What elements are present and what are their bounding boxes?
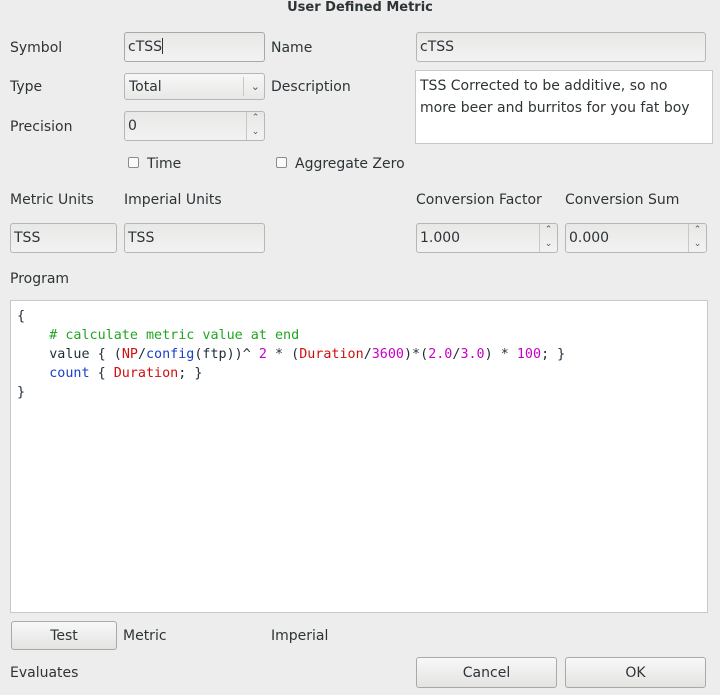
cancel-button[interactable]: Cancel <box>416 657 557 688</box>
code-line-open-brace: { <box>17 309 26 324</box>
code-variable-np: NP <box>121 347 138 362</box>
symbol-label: Symbol <box>10 40 63 56</box>
imperial-units-input[interactable]: TSS <box>124 223 265 253</box>
code-token: ( <box>113 347 122 362</box>
code-number: 3600 <box>371 347 404 362</box>
metric-units-input[interactable]: TSS <box>10 223 117 253</box>
name-label: Name <box>271 40 313 56</box>
spin-down-icon[interactable]: ⌄ <box>689 238 706 252</box>
code-variable-duration: Duration <box>113 366 179 381</box>
code-number: 3.0 <box>460 347 485 362</box>
conversion-factor-spinbox[interactable]: 1.000 ⌃ ⌄ <box>416 223 558 253</box>
imperial-result-label: Imperial <box>271 628 329 644</box>
conversion-factor-spin-buttons[interactable]: ⌃ ⌄ <box>539 224 557 252</box>
conversion-sum-value: 0.000 <box>569 230 610 246</box>
code-number: 2.0 <box>428 347 453 362</box>
spin-up-icon[interactable]: ⌃ <box>247 112 264 126</box>
spin-up-icon[interactable]: ⌃ <box>540 224 557 238</box>
precision-value: 0 <box>128 118 137 134</box>
program-editor[interactable]: { # calculate metric value at end value … <box>10 300 708 613</box>
imperial-units-label: Imperial Units <box>124 192 222 208</box>
precision-spinbox[interactable]: 0 ⌃ ⌄ <box>124 111 265 141</box>
spin-up-icon[interactable]: ⌃ <box>689 224 706 238</box>
code-function-config: config <box>146 347 195 362</box>
program-label: Program <box>10 271 70 287</box>
metric-result-label: Metric <box>123 628 167 644</box>
conversion-factor-value: 1.000 <box>420 230 461 246</box>
conversion-sum-label: Conversion Sum <box>565 192 680 208</box>
chevron-down-icon: ⌄ <box>250 80 260 93</box>
code-token: )*( <box>404 347 429 362</box>
type-select-value: Total <box>129 79 162 95</box>
code-token: { <box>89 366 114 381</box>
code-token: ; } <box>178 366 203 381</box>
code-token: (ftp))^ <box>194 347 259 362</box>
spin-down-icon[interactable]: ⌄ <box>247 126 264 140</box>
evaluates-label: Evaluates <box>10 665 79 681</box>
symbol-value: cTSS <box>128 39 163 55</box>
combo-separator <box>243 77 244 96</box>
conversion-factor-label: Conversion Factor <box>416 192 542 208</box>
symbol-input[interactable]: cTSS <box>124 32 265 62</box>
code-comment: # calculate metric value at end <box>49 328 300 343</box>
metric-units-label: Metric Units <box>10 192 94 208</box>
code-token: ) * <box>484 347 517 362</box>
test-button[interactable]: Test <box>11 621 117 650</box>
precision-spin-buttons[interactable]: ⌃ ⌄ <box>246 112 264 140</box>
type-label: Type <box>10 79 43 95</box>
ok-button[interactable]: OK <box>565 657 706 688</box>
code-number: 100 <box>516 347 542 362</box>
code-line-close-brace: } <box>17 385 26 400</box>
spin-down-icon[interactable]: ⌄ <box>540 238 557 252</box>
conversion-sum-spin-buttons[interactable]: ⌃ ⌄ <box>688 224 706 252</box>
time-checkbox[interactable] <box>128 157 139 168</box>
code-count-keyword: count <box>49 366 90 381</box>
name-input[interactable]: cTSS <box>416 32 706 62</box>
description-label: Description <box>271 79 351 95</box>
precision-label: Precision <box>10 119 73 135</box>
window-title: User Defined Metric <box>287 0 433 15</box>
code-token: ; } <box>541 347 566 362</box>
description-textarea[interactable]: TSS Corrected to be additive, so no more… <box>415 70 713 144</box>
code-number: 2 <box>258 347 267 362</box>
aggregate-zero-checkbox-label: Aggregate Zero <box>295 156 405 172</box>
code-token: { <box>89 347 114 362</box>
conversion-sum-spinbox[interactable]: 0.000 ⌃ ⌄ <box>565 223 707 253</box>
code-token: / <box>363 347 372 362</box>
code-token: / <box>137 347 146 362</box>
code-variable-duration: Duration <box>299 347 364 362</box>
text-caret <box>162 38 164 54</box>
type-select[interactable]: Total ⌄ <box>124 73 265 100</box>
time-checkbox-label: Time <box>147 156 182 172</box>
aggregate-zero-checkbox[interactable] <box>276 157 287 168</box>
code-token: * ( <box>266 347 300 362</box>
code-value-keyword: value <box>49 347 90 362</box>
